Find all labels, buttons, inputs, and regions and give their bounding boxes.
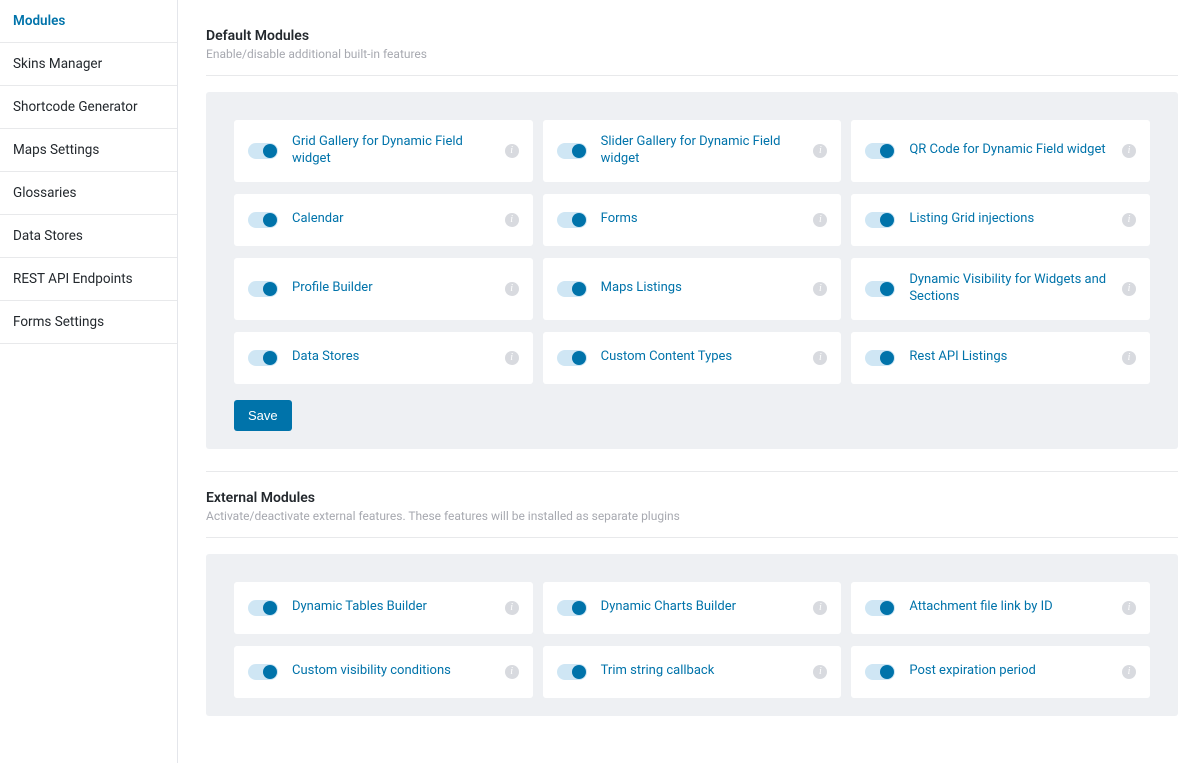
info-icon[interactable]: i: [505, 282, 519, 296]
module-label: Custom Content Types: [601, 349, 814, 366]
divider: [206, 537, 1178, 538]
module-label: Dynamic Tables Builder: [292, 599, 505, 616]
divider: [206, 471, 1178, 472]
module-label: QR Code for Dynamic Field widget: [909, 142, 1122, 159]
module-label: Trim string callback: [601, 663, 814, 680]
module-toggle[interactable]: [248, 600, 278, 616]
module-card: Dynamic Tables Builder i: [234, 582, 533, 634]
sidebar-item-shortcode-generator[interactable]: Shortcode Generator: [0, 86, 177, 129]
sidebar-item-forms-settings[interactable]: Forms Settings: [0, 301, 177, 344]
module-toggle[interactable]: [557, 350, 587, 366]
main-content: Default Modules Enable/disable additiona…: [178, 0, 1200, 763]
module-toggle[interactable]: [865, 600, 895, 616]
module-card: Rest API Listings i: [851, 332, 1150, 384]
module-card: Forms i: [543, 194, 842, 246]
module-card: QR Code for Dynamic Field widget i: [851, 120, 1150, 182]
module-toggle[interactable]: [557, 143, 587, 159]
external-modules-grid: Dynamic Tables Builder i Dynamic Charts …: [234, 582, 1150, 698]
module-label: Slider Gallery for Dynamic Field widget: [601, 134, 814, 168]
module-toggle[interactable]: [557, 664, 587, 680]
module-label: Profile Builder: [292, 280, 505, 297]
module-card: Listing Grid injections i: [851, 194, 1150, 246]
sidebar-item-maps-settings[interactable]: Maps Settings: [0, 129, 177, 172]
module-card: Maps Listings i: [543, 258, 842, 320]
module-toggle[interactable]: [248, 143, 278, 159]
module-card: Custom Content Types i: [543, 332, 842, 384]
save-button[interactable]: Save: [234, 400, 292, 431]
info-icon[interactable]: i: [813, 601, 827, 615]
module-label: Maps Listings: [601, 280, 814, 297]
module-label: Attachment file link by ID: [909, 599, 1122, 616]
module-toggle[interactable]: [248, 350, 278, 366]
default-modules-grid: Grid Gallery for Dynamic Field widget i …: [234, 120, 1150, 384]
module-toggle[interactable]: [557, 212, 587, 228]
module-toggle[interactable]: [865, 212, 895, 228]
sidebar-item-data-stores[interactable]: Data Stores: [0, 215, 177, 258]
module-card: Profile Builder i: [234, 258, 533, 320]
info-icon[interactable]: i: [813, 351, 827, 365]
default-modules-panel: Grid Gallery for Dynamic Field widget i …: [206, 92, 1178, 449]
sidebar: Modules Skins Manager Shortcode Generato…: [0, 0, 178, 763]
section-default-modules: Default Modules Enable/disable additiona…: [206, 28, 1178, 449]
module-toggle[interactable]: [248, 664, 278, 680]
module-card: Dynamic Visibility for Widgets and Secti…: [851, 258, 1150, 320]
module-label: Dynamic Visibility for Widgets and Secti…: [909, 272, 1122, 306]
info-icon[interactable]: i: [505, 213, 519, 227]
module-card: Post expiration period i: [851, 646, 1150, 698]
module-toggle[interactable]: [865, 350, 895, 366]
sidebar-item-modules[interactable]: Modules: [0, 0, 177, 43]
module-label: Calendar: [292, 211, 505, 228]
module-label: Grid Gallery for Dynamic Field widget: [292, 134, 505, 168]
module-label: Rest API Listings: [909, 349, 1122, 366]
info-icon[interactable]: i: [813, 144, 827, 158]
module-card: Attachment file link by ID i: [851, 582, 1150, 634]
section-external-modules: External Modules Activate/deactivate ext…: [206, 490, 1178, 716]
module-card: Slider Gallery for Dynamic Field widget …: [543, 120, 842, 182]
module-toggle[interactable]: [865, 281, 895, 297]
module-toggle[interactable]: [865, 664, 895, 680]
info-icon[interactable]: i: [813, 213, 827, 227]
module-label: Post expiration period: [909, 663, 1122, 680]
info-icon[interactable]: i: [1122, 351, 1136, 365]
info-icon[interactable]: i: [1122, 282, 1136, 296]
module-toggle[interactable]: [865, 143, 895, 159]
module-toggle[interactable]: [248, 212, 278, 228]
module-toggle[interactable]: [557, 281, 587, 297]
sidebar-item-glossaries[interactable]: Glossaries: [0, 172, 177, 215]
info-icon[interactable]: i: [813, 665, 827, 679]
module-label: Data Stores: [292, 349, 505, 366]
section-subtitle-default: Enable/disable additional built-in featu…: [206, 47, 1178, 61]
module-card: Grid Gallery for Dynamic Field widget i: [234, 120, 533, 182]
info-icon[interactable]: i: [1122, 213, 1136, 227]
section-subtitle-external: Activate/deactivate external features. T…: [206, 509, 1178, 523]
module-label: Dynamic Charts Builder: [601, 599, 814, 616]
module-label: Forms: [601, 211, 814, 228]
module-card: Data Stores i: [234, 332, 533, 384]
module-card: Dynamic Charts Builder i: [543, 582, 842, 634]
module-card: Calendar i: [234, 194, 533, 246]
module-card: Trim string callback i: [543, 646, 842, 698]
module-toggle[interactable]: [557, 600, 587, 616]
external-modules-panel: Dynamic Tables Builder i Dynamic Charts …: [206, 554, 1178, 716]
sidebar-item-skins-manager[interactable]: Skins Manager: [0, 43, 177, 86]
info-icon[interactable]: i: [505, 601, 519, 615]
info-icon[interactable]: i: [505, 665, 519, 679]
info-icon[interactable]: i: [505, 351, 519, 365]
info-icon[interactable]: i: [1122, 665, 1136, 679]
section-title-external: External Modules: [206, 490, 1178, 506]
module-label: Custom visibility conditions: [292, 663, 505, 680]
module-toggle[interactable]: [248, 281, 278, 297]
sidebar-item-rest-api-endpoints[interactable]: REST API Endpoints: [0, 258, 177, 301]
divider: [206, 75, 1178, 76]
info-icon[interactable]: i: [1122, 601, 1136, 615]
info-icon[interactable]: i: [813, 282, 827, 296]
section-title-default: Default Modules: [206, 28, 1178, 44]
module-card: Custom visibility conditions i: [234, 646, 533, 698]
info-icon[interactable]: i: [1122, 144, 1136, 158]
module-label: Listing Grid injections: [909, 211, 1122, 228]
info-icon[interactable]: i: [505, 144, 519, 158]
